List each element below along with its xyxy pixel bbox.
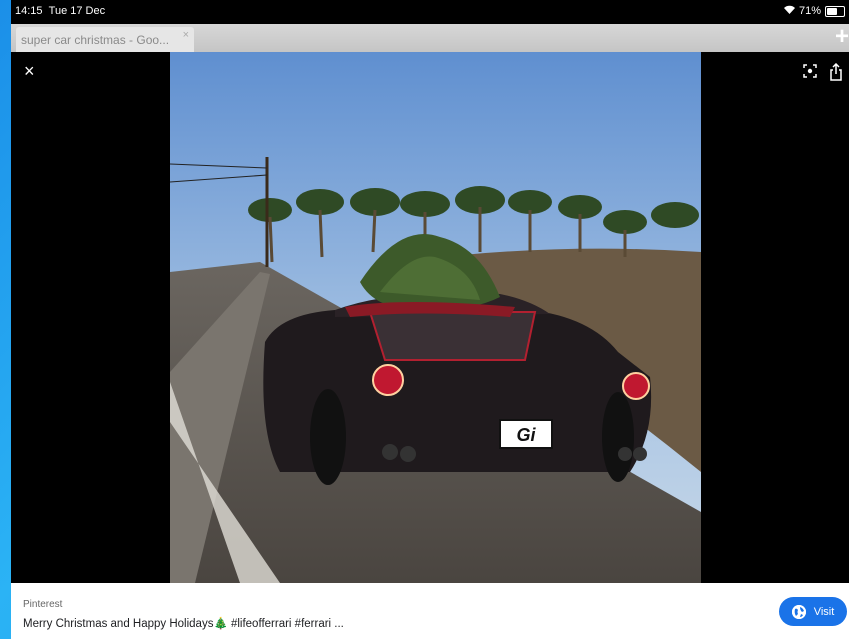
source-label[interactable]: Pinterest [23, 599, 62, 610]
status-bar: 14:15 Tue 17 Dec 71% [11, 0, 849, 24]
lens-icon[interactable] [803, 64, 817, 78]
new-tab-button[interactable]: + [835, 25, 849, 49]
image-description[interactable]: Merry Christmas and Happy Holidays🎄 #lif… [23, 616, 344, 630]
close-icon[interactable]: × [24, 61, 35, 82]
image-caption: Pinterest Merry Christmas and Happy Holi… [11, 583, 849, 639]
share-icon[interactable] [829, 62, 843, 81]
browser-tab[interactable]: super car christmas - Goo... × [16, 27, 194, 52]
svg-text:Gi: Gi [516, 425, 536, 445]
wifi-icon [783, 5, 795, 17]
visit-button[interactable]: Visit [779, 597, 847, 626]
tab-title: super car christmas - Goo... [21, 33, 170, 47]
main-photo: Gi [170, 52, 701, 583]
globe-icon [791, 604, 806, 619]
status-right: 71% [783, 5, 845, 17]
status-time: 14:15 Tue 17 Dec [15, 5, 106, 17]
battery-fill [827, 7, 837, 15]
battery-percent: 71% [798, 5, 821, 17]
ipad-screen: 14:15 Tue 17 Dec 71% super car christmas… [11, 0, 849, 639]
image-viewer: × Gi [11, 52, 849, 583]
battery-icon [825, 5, 845, 17]
tab-close-icon[interactable]: × [183, 29, 189, 41]
visit-label: Visit [813, 605, 835, 618]
browser-tab-bar: super car christmas - Goo... × + [11, 24, 849, 52]
